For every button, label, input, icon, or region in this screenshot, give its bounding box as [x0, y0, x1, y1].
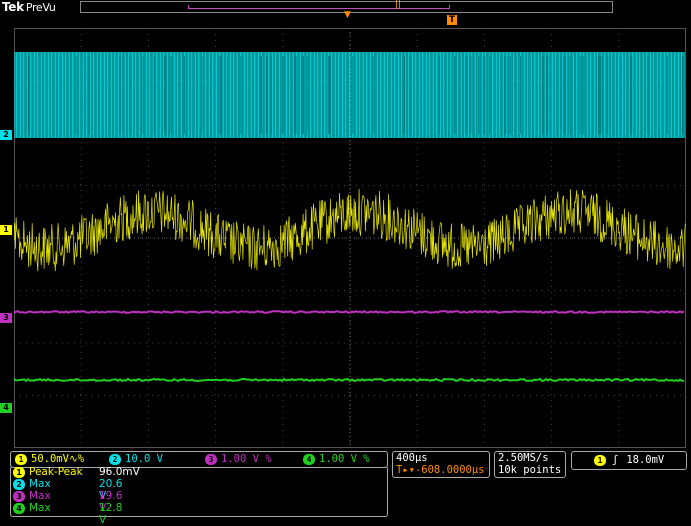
ch3-scale: 1.00 V: [221, 453, 259, 465]
meas-4-chip: 4: [13, 502, 25, 514]
acquisition-status: PreVu: [25, 1, 56, 14]
trigger-marker-icon[interactable]: T: [447, 15, 457, 25]
meas-1-name: Peak-Peak: [29, 466, 83, 478]
ch2-scale: 10.0 V: [125, 453, 163, 465]
trigger-readout[interactable]: 1 ʃ 18.0mV: [571, 451, 687, 470]
meas-4-value: 12.8 V: [99, 502, 123, 526]
channel-1-trace: [14, 188, 686, 272]
ch2-chip: 2: [109, 453, 121, 465]
record-marker: ||: [395, 0, 402, 10]
channel-1-ground-marker[interactable]: 1: [0, 225, 12, 235]
meas-1-chip: 1: [13, 466, 25, 478]
trigger-offset-icon: T▸▾: [396, 464, 415, 476]
meas-2-name: Max: [29, 478, 51, 490]
measurement-row[interactable]: 3 Max 19.6 V: [13, 490, 122, 514]
record-view-window[interactable]: [188, 5, 450, 9]
channel-3-ground-marker[interactable]: 3: [0, 313, 12, 323]
measurement-row[interactable]: 4 Max 12.8 V: [13, 502, 122, 526]
ch1-scale-readout[interactable]: 1 50.0mV∿%: [15, 453, 84, 465]
meas-2-chip: 2: [13, 478, 25, 490]
trigger-level: 18.0mV: [626, 454, 665, 466]
meas-4-name: Max: [29, 502, 51, 514]
sample-rate: 2.50MS/s: [498, 452, 549, 464]
rising-edge-icon: ʃ: [612, 454, 619, 466]
ch4-scale-readout[interactable]: 4 1.00 V %: [303, 453, 370, 465]
ch4-scale: 1.00 V: [319, 453, 357, 465]
channel-3-trace: [14, 310, 685, 314]
ch4-chip: 4: [303, 453, 315, 465]
record-length: 10k points: [498, 464, 562, 476]
trigger-source-chip: 1: [594, 454, 606, 466]
measurement-row[interactable]: 1 Peak-Peak 96.0mV: [13, 466, 140, 478]
ch3-chip: 3: [205, 453, 217, 465]
timebase-scale: 400µs: [396, 452, 428, 464]
channel-2-ground-marker[interactable]: 2: [0, 130, 12, 140]
acquisition-readout[interactable]: 2.50MS/s 10k points: [494, 451, 566, 478]
ch4-coupling: %: [363, 453, 370, 465]
ch3-coupling: %: [265, 453, 272, 465]
channel-4-trace: [14, 377, 685, 383]
ch1-scale: 50.0mV: [31, 453, 69, 465]
meas-1-value: 96.0mV: [99, 466, 140, 478]
measurement-panel: 1 Peak-Peak 96.0mV 2 Max 20.6 V 3 Max 19.6 …: [10, 466, 388, 526]
trigger-position-icon[interactable]: ▼: [344, 10, 351, 20]
channel-4-ground-marker[interactable]: 4: [0, 403, 12, 413]
ch3-scale-readout[interactable]: 3 1.00 V %: [205, 453, 272, 465]
ch1-chip: 1: [15, 453, 27, 465]
brand-label: Tek PreVu: [2, 0, 56, 14]
ch2-scale-readout[interactable]: 2 10.0 V: [109, 453, 163, 465]
timebase-offset: -608.0000µs: [414, 464, 485, 476]
timebase-offset-row: T▸▾-608.0000µs: [396, 464, 485, 476]
graticule-display[interactable]: [14, 28, 686, 448]
meas-3-name: Max: [29, 490, 51, 502]
measurement-row[interactable]: 2 Max 20.6 V: [13, 478, 122, 502]
channel-2-trace: [14, 52, 685, 138]
ch1-coupling: ∿%: [68, 453, 85, 465]
meas-3-chip: 3: [13, 490, 25, 502]
timebase-readout[interactable]: 400µs T▸▾-608.0000µs: [392, 451, 490, 478]
